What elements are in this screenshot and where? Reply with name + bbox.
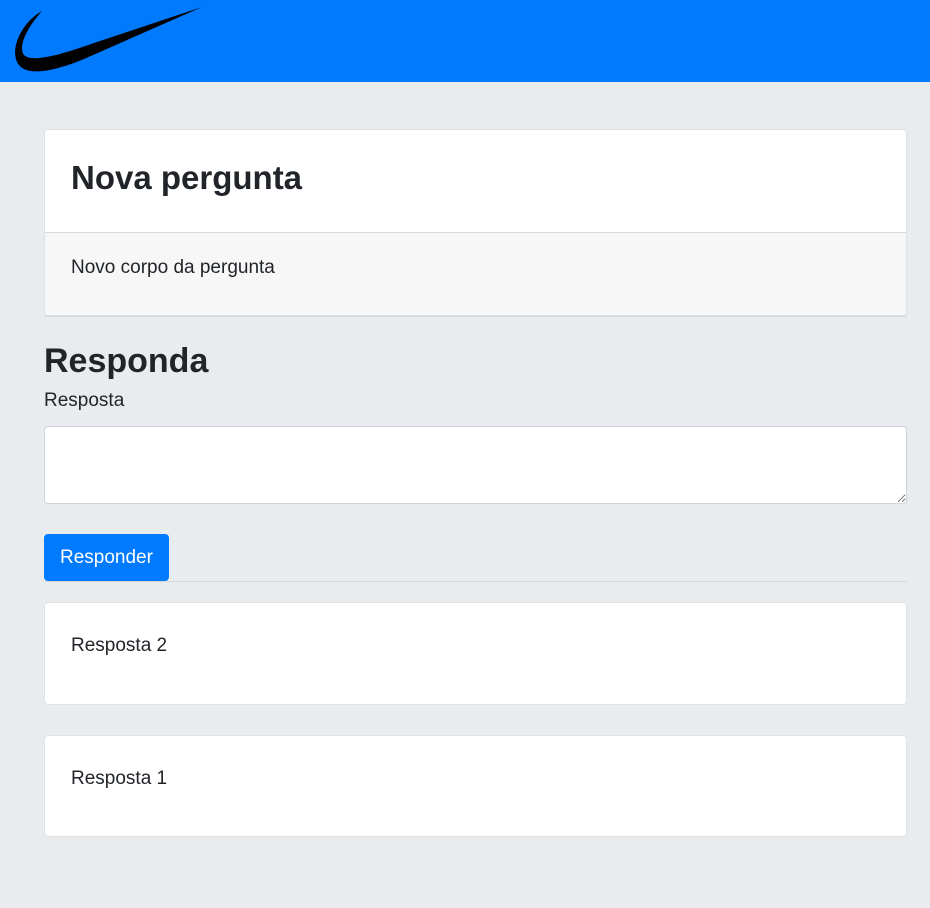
answer-heading: Responda: [44, 342, 209, 380]
question-body: Novo corpo da pergunta: [45, 233, 906, 315]
divider: [44, 581, 907, 582]
question-title: Nova pergunta: [71, 159, 303, 196]
question-header: Nova pergunta: [45, 130, 906, 233]
brand-logo[interactable]: [12, 5, 204, 75]
question-card: Nova pergunta Novo corpo da pergunta: [44, 129, 907, 316]
answer-text: Resposta 2: [71, 635, 168, 656]
answer-text: Resposta 1: [71, 768, 168, 789]
divider: [44, 316, 907, 317]
reply-button[interactable]: Responder: [44, 534, 169, 581]
swoosh-logo-icon: [15, 7, 202, 72]
answer-label: Resposta: [44, 390, 125, 411]
top-navbar: [0, 0, 930, 82]
answer-textarea[interactable]: [44, 426, 907, 504]
answer-card: Resposta 1: [44, 735, 907, 837]
main-content: Nova pergunta Novo corpo da pergunta Res…: [44, 129, 907, 837]
answer-card: Resposta 2: [44, 602, 907, 705]
